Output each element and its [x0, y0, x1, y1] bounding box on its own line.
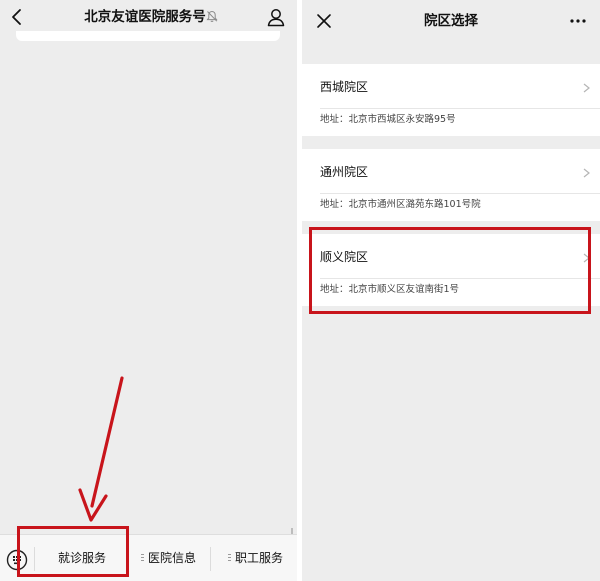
- page-title: 院区选择: [424, 13, 478, 29]
- card-divider: [320, 193, 600, 194]
- more-icon[interactable]: [570, 19, 586, 23]
- annotation-arrow: [78, 376, 124, 522]
- chat-header: 北京友谊医院服务号: [0, 0, 297, 34]
- person-icon[interactable]: [266, 7, 286, 27]
- campus-address: 地址：北京市通州区潞苑东路101号院: [320, 199, 481, 210]
- message-card: [16, 31, 280, 41]
- mute-icon: [206, 10, 218, 22]
- account-title: 北京友谊医院服务号: [84, 9, 206, 25]
- campus-name: 西城院区: [320, 80, 369, 94]
- submenu-icon: [228, 554, 231, 563]
- official-account-chat: 北京友谊医院服务号 就诊服务 医院信息 职工服务: [0, 0, 297, 581]
- chevron-right-icon: [583, 168, 590, 178]
- campus-card-xicheng[interactable]: 西城院区 地址：北京市西城区永安路95号: [302, 64, 600, 136]
- back-icon[interactable]: [8, 6, 28, 28]
- menu-item-hospital-info[interactable]: 医院信息: [141, 545, 196, 571]
- highlight-box-medical-service: [17, 526, 129, 577]
- menu-item-label: 医院信息: [148, 551, 197, 565]
- submenu-icon: [141, 554, 144, 563]
- menu-divider: [210, 547, 211, 571]
- screenshot-root: 北京友谊医院服务号 就诊服务 医院信息 职工服务 院区选择 西城院区 地址：北京…: [0, 0, 600, 581]
- chevron-right-icon: [583, 83, 590, 93]
- campus-selection-page: 院区选择 西城院区 地址：北京市西城区永安路95号 通州院区 地址：北京市通州区…: [302, 0, 600, 581]
- campus-card-tongzhou[interactable]: 通州院区 地址：北京市通州区潞苑东路101号院: [302, 149, 600, 221]
- menu-item-staff-service[interactable]: 职工服务: [228, 545, 283, 571]
- campus-name: 通州院区: [320, 165, 369, 179]
- campus-address: 地址：北京市西城区永安路95号: [320, 114, 456, 125]
- page-header: 院区选择: [302, 0, 600, 42]
- highlight-box-shunyi: [309, 227, 591, 314]
- card-divider: [320, 108, 600, 109]
- menu-item-label: 职工服务: [235, 551, 284, 565]
